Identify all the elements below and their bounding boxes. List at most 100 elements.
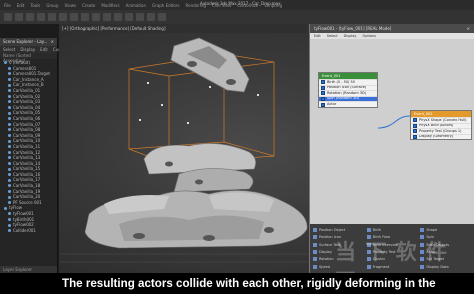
explorer-header: Scene Explorer - Lay... × [0,38,57,46]
depot-operator-label: Shape [426,228,438,233]
depot-operator[interactable]: Shape [420,227,472,233]
explorer-footer[interactable]: Layer Explorer [0,266,57,273]
tab-display[interactable]: Display [20,47,35,52]
menu-display[interactable]: Display [344,34,357,38]
visibility-icon[interactable] [8,184,11,188]
operator-icon [313,264,317,269]
menu-options[interactable]: Options [363,34,377,38]
visibility-icon[interactable] [8,94,11,98]
close-icon[interactable]: × [467,26,470,31]
menu-item-animation[interactable]: Animation [126,3,146,8]
operator-row[interactable]: PhysX Shape (Convex Hull) [411,117,471,123]
visibility-icon[interactable] [8,161,11,165]
scene-tree-item[interactable]: Collider001 [2,228,55,234]
tyflow-editor-titlebar: tyFlow001 - [tyFlow_001] [REAL Mode] × [310,24,474,33]
render-setup-icon[interactable] [147,13,155,21]
visibility-icon[interactable] [8,156,11,160]
menu-item-modifiers[interactable]: Modifiers [101,3,119,8]
tab-select[interactable]: Select [3,47,15,52]
tyflow-editor-title: tyFlow001 - [tyFlow_001] [REAL Mode] [314,26,392,31]
scene-tree-item-label: Collider001 [13,227,36,233]
car-pile [84,143,308,249]
visibility-icon[interactable] [8,83,11,87]
visibility-icon[interactable] [8,72,11,76]
visibility-icon[interactable] [8,195,11,199]
operator-icon [313,235,317,240]
visibility-icon[interactable] [8,217,11,221]
menu-item-group[interactable]: Group [46,3,58,8]
visibility-icon[interactable] [8,229,11,233]
undo-icon[interactable] [4,13,12,21]
operator-icon [366,228,371,233]
visibility-icon[interactable] [8,128,11,132]
operator-row[interactable]: Display (Geometry) [411,133,471,140]
menu-item-tools[interactable]: Tools [30,3,40,8]
operator-icon [413,123,417,128]
visibility-icon[interactable] [8,106,11,110]
visibility-icon[interactable] [8,201,11,205]
unlink-icon[interactable] [37,13,45,21]
operator-label: Display (Geometry) [419,134,454,139]
visibility-icon[interactable] [8,111,11,115]
operator-label: Property Test (Groups 1) [419,128,462,133]
depot-operator[interactable]: Position Object [313,227,365,233]
visibility-icon[interactable] [8,212,11,216]
visibility-icon[interactable] [4,61,7,65]
scene-explorer: Scene Explorer - Lay... × Select Display… [0,38,74,273]
mirror-icon[interactable] [103,13,111,21]
select-icon[interactable] [48,13,56,21]
menu-item-graph-editors[interactable]: Graph Editors [152,3,179,8]
visibility-icon[interactable] [8,145,11,149]
event-node-2[interactable]: Event_002 PhysX Shape (Convex Hull) PhysX… [410,110,472,141]
visibility-icon[interactable] [8,134,11,138]
visibility-icon[interactable] [8,66,11,70]
falling-car [170,37,250,93]
visibility-icon[interactable] [4,206,7,210]
operator-icon [413,135,417,140]
operator-label: PhysX Shape (Convex Hull) [419,117,467,122]
close-icon[interactable]: × [51,39,54,45]
link-icon[interactable] [26,13,34,21]
material-editor-icon[interactable] [136,13,144,21]
layer-icon[interactable] [125,13,133,21]
menu-item-views[interactable]: Views [65,3,77,8]
depot-operator-label: Position Object [319,228,346,233]
visibility-icon[interactable] [8,100,11,104]
depot-operator-label: Display [319,250,332,255]
visibility-icon[interactable] [8,167,11,171]
menu-item-file[interactable]: File [4,3,11,8]
depot-operator-label: Rotation [319,257,334,262]
visibility-icon[interactable] [8,122,11,126]
menu-select[interactable]: Select [327,34,338,38]
visibility-icon[interactable] [8,173,11,177]
operator-icon [313,257,317,262]
operator-icon [313,242,317,247]
visibility-icon[interactable] [8,78,11,82]
rotate-icon[interactable] [70,13,78,21]
visibility-icon[interactable] [8,117,11,121]
depot-operator-label: Speed [319,264,330,269]
menu-item-edit[interactable]: Edit [17,3,25,8]
render-icon[interactable] [158,13,166,21]
visibility-icon[interactable] [8,189,11,193]
operator-icon [313,228,317,233]
tab-edit[interactable]: Edit [40,47,48,52]
visibility-icon[interactable] [8,178,11,182]
menu-item-create[interactable]: Create [82,3,95,8]
visibility-icon[interactable] [8,139,11,143]
scene-tree: 0 (default) Camera001 Camera001.Target Car_… [0,59,57,234]
snap-icon[interactable] [92,13,100,21]
menu-bar: File Edit Tools Group Views Create Modif… [0,0,474,10]
scale-icon[interactable] [81,13,89,21]
depot-operator[interactable]: Birth [366,227,419,233]
visibility-icon[interactable] [8,223,11,227]
move-icon[interactable] [59,13,67,21]
operator-icon [420,228,425,233]
depot-operator-label: Birth [372,228,382,233]
menu-edit[interactable]: Edit [314,34,321,38]
visibility-icon[interactable] [8,150,11,154]
redo-icon[interactable] [15,13,23,21]
explorer-title: Scene Explorer - Lay... [3,39,48,44]
visibility-icon[interactable] [8,89,11,93]
align-icon[interactable] [114,13,122,21]
